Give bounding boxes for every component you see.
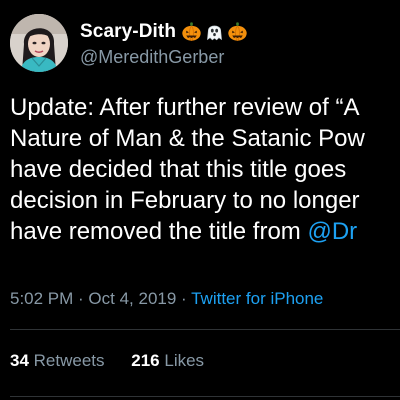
likes-count: 216 [131, 351, 160, 370]
tweet-detail: Scary-Dith @MeredithGerber Update: After… [0, 0, 400, 400]
tweet-text-line: Update: After further review of “A [10, 94, 360, 121]
avatar-photo [10, 14, 68, 72]
likes-label: Likes [164, 351, 205, 370]
name-emojis [181, 21, 248, 42]
tweet-text-line: Nature of Man & the Satanic Pow [10, 125, 365, 152]
tweet-text-line: have decided that this title goes [10, 156, 347, 183]
jack-o-lantern-icon [182, 21, 201, 41]
retweets-stat[interactable]: 34 Retweets [10, 351, 105, 370]
display-name-row: Scary-Dith [80, 21, 248, 42]
user-handle[interactable]: @MeredithGerber [80, 48, 248, 66]
mention-link[interactable]: @Dr [307, 218, 357, 245]
avatar[interactable] [10, 14, 68, 72]
tweet-text-line: decision in February to no longer [10, 187, 360, 214]
tweet-source-link[interactable]: Twitter for iPhone [191, 289, 323, 308]
divider [10, 396, 400, 397]
retweets-label: Retweets [33, 351, 105, 370]
tweet-text: Update: After further review of “A Natur… [10, 92, 400, 247]
tweet-text-fragment: have removed the title from [10, 218, 308, 245]
tweet-timestamp[interactable]: 5:02 PM · Oct 4, 2019 · [10, 289, 191, 308]
jack-o-lantern-icon [228, 21, 247, 41]
tweet-text-line: have removed the title from @Dr [10, 216, 400, 247]
tweet-header: Scary-Dith @MeredithGerber [10, 14, 248, 72]
likes-stat[interactable]: 216 Likes [131, 351, 204, 370]
divider [10, 329, 400, 330]
tweet-metadata: 5:02 PM · Oct 4, 2019 · Twitter for iPho… [10, 289, 323, 309]
ghost-icon [207, 25, 222, 40]
display-name[interactable]: Scary-Dith [80, 22, 176, 41]
engagement-stats: 34 Retweets 216 Likes [10, 351, 226, 371]
retweets-count: 34 [10, 351, 29, 370]
tweet-author: Scary-Dith @MeredithGerber [80, 21, 248, 66]
